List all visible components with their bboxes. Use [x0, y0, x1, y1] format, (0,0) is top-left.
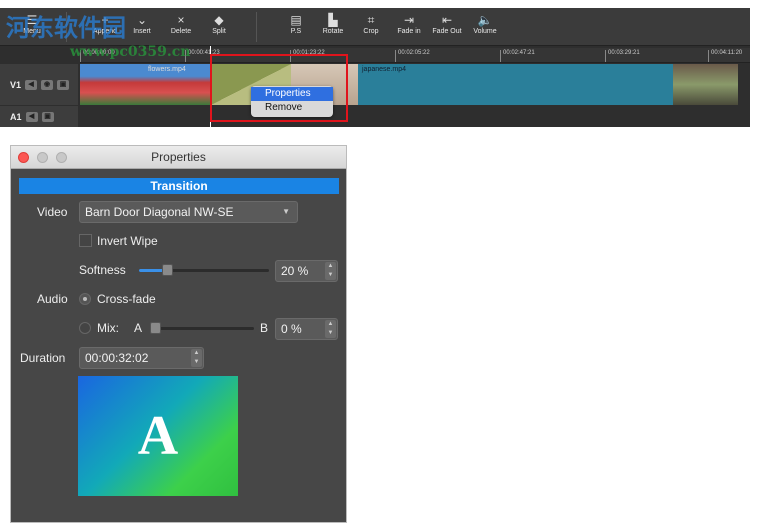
mix-spinbox[interactable]: 0 % ▲ ▼ [275, 318, 338, 340]
track-header-a1: A1 ◀ ▣ [0, 106, 78, 127]
ps-button[interactable]: ▤ P.S [276, 12, 316, 35]
append-button[interactable]: + Append [85, 12, 125, 35]
menu-item-remove[interactable]: Remove [251, 101, 333, 115]
slider-knob[interactable] [162, 264, 173, 276]
crop-icon: ⌗ [367, 13, 375, 27]
zoom-icon[interactable] [56, 152, 67, 163]
lock-icon[interactable]: ▣ [41, 111, 54, 122]
softness-label: Softness [79, 263, 126, 277]
menu-icon: ☰ [26, 13, 38, 27]
menu-item-properties[interactable]: Properties [251, 87, 333, 101]
ruler-tick: 00:02:05:22 [395, 50, 430, 62]
mix-label: Mix: [97, 321, 119, 335]
crop-button[interactable]: ⌗ Crop [351, 12, 391, 35]
watermark-url: www.pc0359.cn [70, 44, 191, 60]
divider [66, 12, 67, 42]
slider-knob[interactable] [150, 322, 161, 334]
crossfade-label: Cross-fade [97, 292, 156, 306]
transition-preview: A [78, 376, 238, 496]
volume-icon: 🔈 [477, 13, 493, 27]
toolbar: ☰ Menu + Append ⌄ Insert × Delete ◆ Split ▤ P.… [0, 8, 750, 46]
delete-button[interactable]: × Delete [161, 12, 201, 35]
fade-in-button[interactable]: ⇥ Fade in [389, 12, 429, 35]
mix-radio[interactable] [79, 322, 91, 334]
context-menu: Properties Remove [251, 86, 333, 117]
softness-spinbox[interactable]: 20 % ▲ ▼ [275, 260, 338, 282]
mix-a-label: A [134, 321, 143, 335]
slider-track [150, 327, 254, 330]
mix-b-label: B [260, 321, 269, 335]
crossfade-radio[interactable] [79, 293, 91, 305]
duration-field[interactable]: 00:00:32:02 ▲ ▼ [79, 347, 204, 369]
ruler-tick: 00:04:11:20 [708, 50, 742, 62]
properties-window: Properties Transition Video Barn Door Di… [10, 145, 347, 523]
ruler-tick: 00:02:47:21 [500, 50, 535, 62]
split-button[interactable]: ◆ Split [199, 12, 239, 35]
ruler-tick: 00:03:29:21 [605, 50, 640, 62]
minimize-icon[interactable] [37, 152, 48, 163]
rotate-button[interactable]: ▙ Rotate [313, 12, 353, 35]
invert-wipe-label: Invert Wipe [97, 234, 158, 248]
audio-label: Audio [37, 292, 68, 306]
duration-label: Duration [20, 351, 66, 365]
eye-icon[interactable]: ◉ [41, 79, 54, 90]
divider [256, 12, 257, 42]
section-header: Transition [19, 178, 339, 194]
insert-icon: ⌄ [136, 13, 148, 27]
insert-button[interactable]: ⌄ Insert [122, 12, 162, 35]
chevron-down-icon: ▼ [282, 207, 290, 216]
plus-icon: + [101, 13, 109, 27]
title-bar[interactable]: Properties [11, 146, 346, 169]
volume-button[interactable]: 🔈 Volume [465, 12, 505, 35]
fade-out-button[interactable]: ⇤ Fade Out [427, 12, 467, 35]
clip-flowers[interactable]: flowers.mp4 [80, 64, 210, 105]
delete-icon: × [177, 13, 185, 27]
spinner-arrows-icon[interactable]: ▲ ▼ [325, 320, 336, 338]
lock-icon[interactable]: ▣ [57, 79, 70, 90]
clip-thumbnail[interactable] [673, 64, 738, 105]
track-header-v1: V1 ◀ ◉ ▣ [0, 64, 78, 105]
softness-slider[interactable] [139, 263, 269, 277]
mix-slider[interactable] [150, 321, 254, 335]
video-label: Video [37, 205, 68, 219]
fade-out-icon: ⇤ [441, 13, 453, 27]
fade-in-icon: ⇥ [403, 13, 415, 27]
mute-icon[interactable]: ◀ [25, 79, 38, 90]
menu-button[interactable]: ☰ Menu [12, 12, 52, 35]
spinner-arrows-icon[interactable]: ▲ ▼ [325, 262, 336, 280]
clip-japanese[interactable]: japanese.mp4 [358, 64, 673, 105]
mute-icon[interactable]: ◀ [25, 111, 38, 122]
rotate-icon: ▙ [328, 13, 338, 27]
timeline-editor: ☰ Menu + Append ⌄ Insert × Delete ◆ Split ▤ P.… [0, 8, 750, 127]
close-icon[interactable] [18, 152, 29, 163]
video-dropdown[interactable]: Barn Door Diagonal NW-SE ▼ [79, 201, 298, 223]
spinner-arrows-icon[interactable]: ▲ ▼ [191, 349, 202, 367]
ps-icon: ▤ [290, 13, 302, 27]
split-icon: ◆ [214, 13, 224, 27]
invert-wipe-checkbox[interactable] [79, 234, 92, 247]
